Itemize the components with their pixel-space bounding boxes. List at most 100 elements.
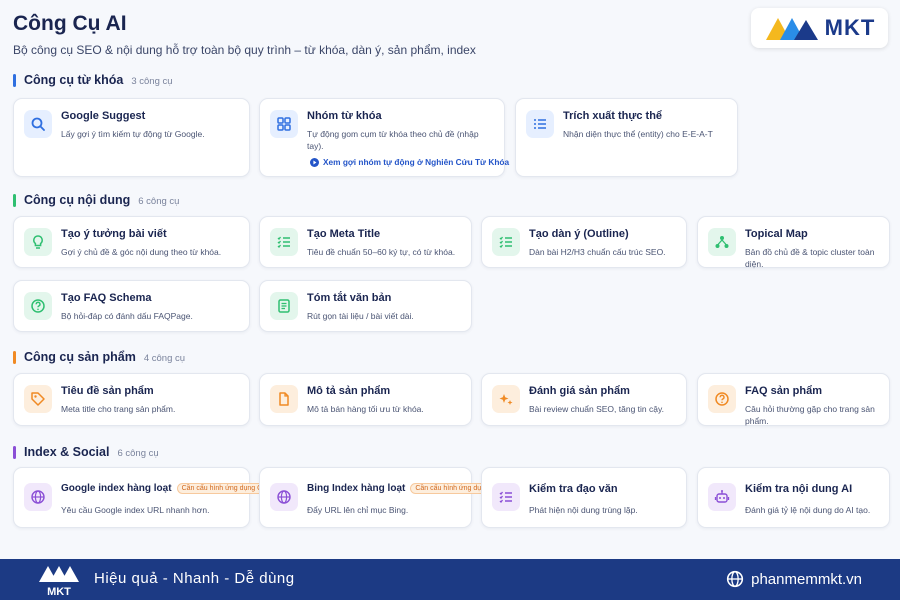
card-description: Gợi ý chủ đề & góc nội dung theo từ khóa… bbox=[61, 247, 222, 257]
card-title: Topical Map bbox=[745, 228, 808, 240]
card-title: Đánh giá sản phẩm bbox=[529, 385, 630, 397]
card-description: Tiêu đề chuẩn 50–60 ký tự, có từ khóa. bbox=[307, 247, 456, 257]
section-accent-bar bbox=[13, 73, 16, 87]
card-title: Tạo FAQ Schema bbox=[61, 292, 152, 304]
tool-card-article-ideas[interactable]: Tạo ý tưởng bài viết Gợi ý chủ đề & góc … bbox=[13, 216, 250, 268]
section-title: Index & Social bbox=[24, 445, 110, 459]
tool-card-product-faq[interactable]: FAQ sản phẩm Câu hỏi thường gặp cho tran… bbox=[697, 373, 890, 426]
config-required-badge: Cần cấu hình ứng dụng G bbox=[176, 483, 268, 494]
page-title: Công Cụ AI bbox=[13, 12, 127, 35]
keyword-research-link[interactable]: Xem gợi nhóm tự động ở Nghiên Cứu Từ Khó… bbox=[310, 157, 509, 167]
card-description: Meta title cho trang sản phẩm. bbox=[61, 404, 176, 414]
globe-icon bbox=[24, 483, 52, 511]
card-title-text: Bing Index hàng loạt bbox=[307, 483, 406, 495]
card-description: Phát hiện nội dung trùng lặp. bbox=[529, 505, 638, 515]
file-icon bbox=[270, 385, 298, 413]
card-title: Tạo dàn ý (Outline) bbox=[529, 228, 629, 240]
grid-icon bbox=[270, 110, 298, 138]
footer-logo: MKT bbox=[36, 562, 82, 598]
section-accent-bar bbox=[13, 350, 16, 364]
card-title: Tạo ý tưởng bài viết bbox=[61, 228, 167, 240]
section-count: 3 công cụ bbox=[131, 76, 173, 87]
tag-icon bbox=[24, 385, 52, 413]
card-description: Bộ hỏi-đáp có đánh dấu FAQPage. bbox=[61, 311, 193, 321]
card-title: Kiểm tra nội dung AI bbox=[745, 483, 853, 495]
play-circle-icon bbox=[310, 157, 319, 167]
section-title: Công cụ sản phẩm bbox=[24, 350, 136, 364]
tool-card-google-suggest[interactable]: Google Suggest Lấy gợi ý tìm kiếm tự độn… bbox=[13, 98, 250, 177]
section-count: 6 công cụ bbox=[117, 448, 159, 459]
footer-logo-icon: MKT bbox=[39, 566, 79, 598]
tool-card-entity-extract[interactable]: Trích xuất thực thể Nhận diện thực thể (… bbox=[515, 98, 738, 177]
section-keyword-header: Công cụ từ khóa 3 công cụ bbox=[13, 73, 173, 87]
card-description: Lấy gợi ý tìm kiếm tự động từ Google. bbox=[61, 129, 205, 139]
network-icon bbox=[708, 228, 736, 256]
tool-card-google-index[interactable]: Google index hàng loạt Cần cấu hình ứng d… bbox=[13, 467, 268, 528]
card-title: Bing Index hàng loạt Cần cấu hình ứng dụn… bbox=[307, 483, 501, 494]
card-title-text: Google index hàng loạt bbox=[61, 483, 172, 495]
section-accent-bar bbox=[13, 445, 16, 459]
checklist-icon bbox=[270, 228, 298, 256]
checklist-icon bbox=[492, 228, 520, 256]
card-description: Rút gọn tài liệu / bài viết dài. bbox=[307, 311, 414, 321]
tool-card-plagiarism[interactable]: Kiểm tra đạo văn Phát hiện nội dung trùn… bbox=[481, 467, 687, 528]
tool-card-ai-detect[interactable]: Kiểm tra nội dung AI Đánh giá tỷ lệ nội … bbox=[697, 467, 890, 528]
globe-icon bbox=[270, 483, 298, 511]
section-content-header: Công cụ nội dung 6 công cụ bbox=[13, 193, 179, 207]
sparkle-icon bbox=[492, 385, 520, 413]
globe-icon bbox=[727, 570, 744, 588]
website-text: phanmemmkt.vn bbox=[751, 570, 862, 588]
checklist-icon bbox=[492, 483, 520, 511]
lightbulb-icon bbox=[24, 228, 52, 256]
card-title: Trích xuất thực thể bbox=[563, 110, 663, 122]
footer-banner: MKT Hiệu quả - Nhanh - Dễ dùng phanmemmk… bbox=[0, 559, 900, 600]
footer-tagline: Hiệu quả - Nhanh - Dễ dùng bbox=[94, 570, 295, 587]
card-title: Tóm tắt văn bản bbox=[307, 292, 392, 304]
card-description: Tự động gom cụm từ khóa theo chủ đề (nhậ… bbox=[307, 129, 479, 152]
card-title: Mô tả sản phẩm bbox=[307, 385, 391, 397]
tool-card-product-desc[interactable]: Mô tả sản phẩm Mô tả bán hàng tối ưu từ … bbox=[259, 373, 472, 426]
card-description: Đẩy URL lên chỉ mục Bing. bbox=[307, 505, 409, 515]
section-title: Công cụ nội dung bbox=[24, 193, 131, 207]
tool-card-meta-title[interactable]: Tạo Meta Title Tiêu đề chuẩn 50–60 ký tự… bbox=[259, 216, 472, 268]
section-count: 4 công cụ bbox=[143, 353, 186, 364]
question-icon bbox=[708, 385, 736, 413]
logo-mountain-icon bbox=[765, 18, 818, 40]
card-description: Câu hỏi thường gặp cho trang sản phẩm. bbox=[745, 404, 875, 427]
card-title: FAQ sản phẩm bbox=[745, 385, 823, 397]
footer-logo-text: MKT bbox=[47, 586, 71, 598]
card-title: Google Suggest bbox=[61, 110, 146, 122]
section-title: Công cụ từ khóa bbox=[24, 73, 124, 87]
logo-text: MKT bbox=[824, 15, 876, 40]
tool-card-topical-map[interactable]: Topical Map Bản đồ chủ đề & topic cluste… bbox=[697, 216, 890, 270]
tool-card-bing-index[interactable]: Bing Index hàng loạt Cần cấu hình ứng dụn… bbox=[259, 467, 501, 528]
question-icon bbox=[24, 292, 52, 320]
card-description: Mô tả bán hàng tối ưu từ khóa. bbox=[307, 404, 424, 414]
page-subtitle: Bộ công cụ SEO & nội dung hỗ trợ toàn bộ… bbox=[13, 43, 476, 57]
card-description: Dàn bài H2/H3 chuẩn cấu trúc SEO. bbox=[529, 247, 666, 257]
search-icon bbox=[24, 110, 52, 138]
section-count: 6 công cụ bbox=[138, 196, 180, 207]
card-description: Bài review chuẩn SEO, tăng tin cậy. bbox=[529, 404, 664, 414]
list-icon bbox=[526, 110, 554, 138]
brand-logo: MKT bbox=[751, 8, 888, 48]
card-description: Bản đồ chủ đề & topic cluster toàn diện. bbox=[745, 247, 875, 270]
tool-card-keyword-group[interactable]: Nhóm từ khóa Tự động gom cụm từ khóa the… bbox=[259, 98, 509, 177]
footer-website[interactable]: phanmemmkt.vn bbox=[726, 570, 862, 588]
tool-card-product-title[interactable]: Tiêu đề sản phẩm Meta title cho trang sả… bbox=[13, 373, 250, 426]
tool-card-product-review[interactable]: Đánh giá sản phẩm Bài review chuẩn SEO, … bbox=[481, 373, 687, 426]
tool-card-outline[interactable]: Tạo dàn ý (Outline) Dàn bài H2/H3 chuẩn … bbox=[481, 216, 687, 268]
card-description: Đánh giá tỷ lệ nội dung do AI tạo. bbox=[745, 505, 871, 515]
link-label: Xem gợi nhóm tự động ở Nghiên Cứu Từ Khó… bbox=[323, 157, 510, 167]
card-description: Yêu cầu Google index URL nhanh hơn. bbox=[61, 505, 210, 515]
robot-icon bbox=[708, 483, 736, 511]
tool-card-summarize[interactable]: Tóm tắt văn bản Rút gọn tài liệu / bài v… bbox=[259, 280, 472, 332]
tool-card-faq-schema[interactable]: Tạo FAQ Schema Bộ hỏi-đáp có đánh dấu FA… bbox=[13, 280, 250, 332]
card-title: Nhóm từ khóa bbox=[307, 110, 382, 122]
card-title: Google index hàng loạt Cần cấu hình ứng d… bbox=[61, 483, 268, 494]
section-product-header: Công cụ sản phẩm 4 công cụ bbox=[13, 350, 185, 364]
section-index-header: Index & Social 6 công cụ bbox=[13, 445, 159, 459]
page-header: Công Cụ AI Bộ công cụ SEO & nội dung hỗ … bbox=[13, 12, 476, 57]
card-title: Tiêu đề sản phẩm bbox=[61, 385, 154, 397]
section-accent-bar bbox=[13, 193, 16, 207]
